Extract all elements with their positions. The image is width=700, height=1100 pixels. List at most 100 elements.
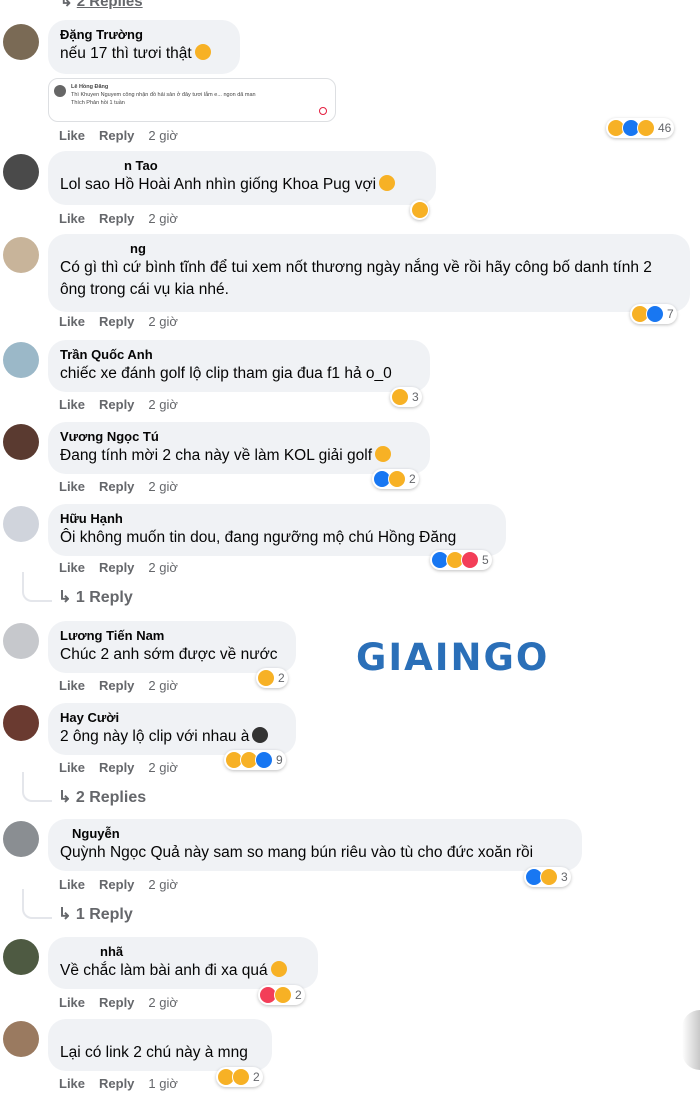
avatar[interactable] bbox=[3, 705, 39, 741]
reply-arrow-icon: ↳ bbox=[58, 789, 76, 806]
reaction-summary[interactable] bbox=[410, 200, 429, 220]
reaction-summary[interactable]: 2 bbox=[216, 1067, 263, 1087]
reaction-summary[interactable]: 2 bbox=[256, 668, 288, 688]
reaction-summary[interactable]: 2 bbox=[372, 469, 419, 489]
like-button[interactable]: Like bbox=[59, 995, 85, 1010]
thread-connector bbox=[22, 572, 52, 602]
comment-time[interactable]: 1 giờ bbox=[148, 1076, 178, 1091]
comment-author[interactable]: n Tao bbox=[60, 158, 424, 174]
reaction-summary[interactable]: 9 bbox=[224, 750, 286, 770]
like-button[interactable]: Like bbox=[59, 1076, 85, 1091]
close-icon bbox=[319, 107, 327, 115]
view-replies-link[interactable]: ↳ 2 Replies bbox=[60, 0, 143, 10]
comment-author[interactable]: Nguyễn bbox=[60, 826, 570, 842]
like-button[interactable]: Like bbox=[59, 877, 85, 892]
comment-time[interactable]: 2 giờ bbox=[148, 877, 178, 892]
comment-actions: Like Reply 2 giờ bbox=[59, 877, 178, 892]
thread-connector bbox=[22, 772, 52, 802]
avatar[interactable] bbox=[3, 24, 39, 60]
like-button[interactable]: Like bbox=[59, 479, 85, 494]
view-replies-link[interactable]: ↳ 2 Replies bbox=[58, 787, 146, 807]
comment-author[interactable]: Vương Ngọc Tú bbox=[60, 429, 418, 445]
comment-time[interactable]: 2 giờ bbox=[148, 678, 178, 693]
reply-button[interactable]: Reply bbox=[99, 877, 134, 892]
like-button[interactable]: Like bbox=[59, 211, 85, 226]
comment-text: nếu 17 thì tươi thật bbox=[60, 43, 228, 64]
like-button[interactable]: Like bbox=[59, 560, 85, 575]
comment-bubble: Hữu Hạnh Ôi không muốn tin dou, đang ngư… bbox=[48, 504, 506, 556]
comment-time[interactable]: 2 giờ bbox=[148, 995, 178, 1010]
comment-text: chiếc xe đánh golf lộ clip tham gia đua … bbox=[60, 365, 392, 382]
avatar[interactable] bbox=[3, 237, 39, 273]
comment-text: Có gì thì cứ bình tĩnh để tui xem nốt th… bbox=[60, 259, 652, 298]
like-button[interactable]: Like bbox=[59, 314, 85, 329]
reply-button[interactable]: Reply bbox=[99, 678, 134, 693]
comment-actions: Like Reply 2 giờ bbox=[59, 479, 178, 494]
reaction-summary[interactable]: 5 bbox=[430, 550, 492, 570]
reaction-summary[interactable]: 3 bbox=[390, 387, 422, 407]
comment-author[interactable]: Lương Tiến Nam bbox=[60, 628, 284, 644]
comment-actions: Like Reply 1 giờ bbox=[59, 1076, 178, 1091]
avatar[interactable] bbox=[3, 821, 39, 857]
comment-time[interactable]: 2 giờ bbox=[148, 128, 178, 143]
like-button[interactable]: Like bbox=[59, 678, 85, 693]
avatar[interactable] bbox=[3, 506, 39, 542]
laugh-emoji-icon bbox=[379, 175, 396, 191]
view-replies-link[interactable]: ↳ 1 Reply bbox=[58, 904, 133, 924]
like-button[interactable]: Like bbox=[59, 128, 85, 143]
reaction-count: 7 bbox=[667, 307, 674, 321]
comment-time[interactable]: 2 giờ bbox=[148, 397, 178, 412]
like-button[interactable]: Like bbox=[59, 397, 85, 412]
avatar[interactable] bbox=[3, 154, 39, 190]
comment-bubble: Lại có link 2 chú này à mng bbox=[48, 1019, 272, 1071]
reply-button[interactable]: Reply bbox=[99, 211, 134, 226]
comment-author[interactable]: Đặng Trường bbox=[60, 27, 228, 43]
comment-actions: Like Reply 2 giờ bbox=[59, 128, 178, 143]
reply-button[interactable]: Reply bbox=[99, 995, 134, 1010]
view-replies-link[interactable]: ↳ 1 Reply bbox=[58, 587, 133, 607]
comment-bubble: Đặng Trường nếu 17 thì tươi thật bbox=[48, 20, 240, 74]
avatar[interactable] bbox=[3, 342, 39, 378]
reaction-summary[interactable]: 7 bbox=[630, 304, 677, 324]
comment-time[interactable]: 2 giờ bbox=[148, 211, 178, 226]
comment-time[interactable]: 2 giờ bbox=[148, 560, 178, 575]
comment-author[interactable]: Trần Quốc Anh bbox=[60, 347, 418, 363]
sad-reaction-icon bbox=[540, 868, 558, 886]
comment-text: Quỳnh Ngọc Quả này sam so mang bún riêu … bbox=[60, 844, 534, 861]
reaction-summary[interactable]: 2 bbox=[258, 985, 305, 1005]
comment-text: Lol sao Hồ Hoài Anh nhìn giống Khoa Pug … bbox=[60, 174, 424, 195]
comment-author[interactable]: Hữu Hạnh bbox=[60, 511, 494, 527]
avatar bbox=[54, 85, 66, 97]
reaction-count: 2 bbox=[295, 988, 302, 1002]
sad-reaction-icon bbox=[637, 119, 655, 137]
reply-button[interactable]: Reply bbox=[99, 128, 134, 143]
comment-text: Ôi không muốn tin dou, đang ngưỡng mộ ch… bbox=[60, 529, 457, 546]
reply-button[interactable]: Reply bbox=[99, 560, 134, 575]
comment-author[interactable]: nhã bbox=[60, 944, 306, 960]
like-reaction-icon bbox=[646, 305, 664, 323]
avatar[interactable] bbox=[3, 1021, 39, 1057]
avatar[interactable] bbox=[3, 623, 39, 659]
comment-bubble: Trần Quốc Anh chiếc xe đánh golf lộ clip… bbox=[48, 340, 430, 392]
reply-arrow-icon: ↳ bbox=[58, 906, 76, 923]
comment-time[interactable]: 2 giờ bbox=[148, 479, 178, 494]
comment-author[interactable]: Hay Cười bbox=[60, 710, 284, 726]
sad-emoji-icon bbox=[375, 446, 391, 462]
comment-author[interactable]: ng bbox=[60, 241, 678, 257]
embed-author: Lê Hồng Đăng bbox=[71, 84, 109, 90]
reply-button[interactable]: Reply bbox=[99, 1076, 134, 1091]
reply-button[interactable]: Reply bbox=[99, 397, 134, 412]
avatar[interactable] bbox=[3, 939, 39, 975]
reaction-summary[interactable]: 46 bbox=[606, 118, 675, 138]
comment-bubble: n Tao Lol sao Hồ Hoài Anh nhìn giống Kho… bbox=[48, 151, 436, 205]
comment-time[interactable]: 2 giờ bbox=[148, 314, 178, 329]
avatar[interactable] bbox=[3, 424, 39, 460]
comment-actions: Like Reply 2 giờ bbox=[59, 314, 178, 329]
reply-button[interactable]: Reply bbox=[99, 760, 134, 775]
comment-time[interactable]: 2 giờ bbox=[148, 760, 178, 775]
sad-reaction-icon bbox=[232, 1068, 250, 1086]
reply-button[interactable]: Reply bbox=[99, 479, 134, 494]
reply-button[interactable]: Reply bbox=[99, 314, 134, 329]
reaction-summary[interactable]: 3 bbox=[524, 867, 571, 887]
like-button[interactable]: Like bbox=[59, 760, 85, 775]
